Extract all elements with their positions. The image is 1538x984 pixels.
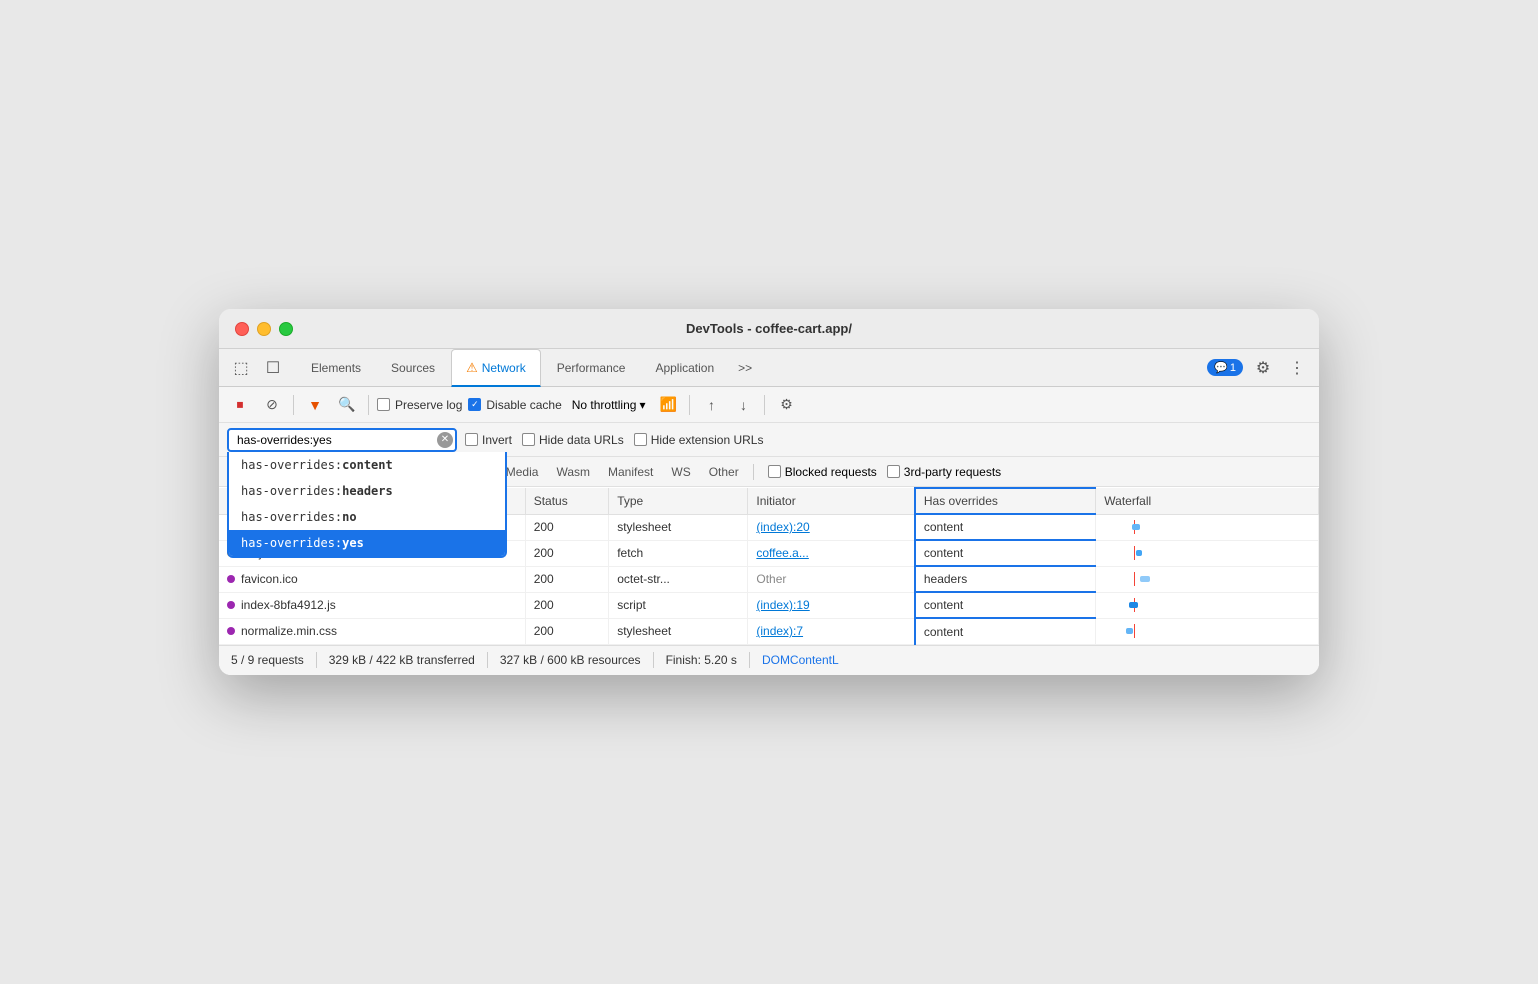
resources-size: 327 kB / 600 kB resources: [500, 653, 641, 667]
network-conditions-icon[interactable]: 📶: [655, 392, 681, 418]
requests-count: 5 / 9 requests: [231, 653, 304, 667]
blocked-options: Blocked requests 3rd-party requests: [768, 465, 1001, 479]
export-har-icon[interactable]: ↓: [730, 392, 756, 418]
table-row[interactable]: index-8bfa4912.js200script(index):19cont…: [219, 592, 1319, 618]
tab-network[interactable]: ⚠ Network: [451, 349, 541, 387]
preserve-log-checkbox[interactable]: [377, 398, 390, 411]
filter-input-wrapper: ✕ has-overrides:content has-overrides:he…: [227, 428, 457, 452]
status-sep-1: [316, 652, 317, 668]
import-har-icon[interactable]: ↑: [698, 392, 724, 418]
tab-sources[interactable]: Sources: [377, 349, 449, 387]
devtools-body: ⬚ ☐ Elements Sources ⚠ Network Performan…: [219, 349, 1319, 675]
type-filter-manifest[interactable]: Manifest: [600, 463, 661, 481]
toolbar-separator-2: [368, 395, 369, 415]
network-toolbar: ⏹ ⊘ ▼ 🔍 Preserve log ✓ Disable cache No …: [219, 387, 1319, 423]
has-overrides-cell: headers: [915, 566, 1096, 592]
filter-clear-button[interactable]: ✕: [437, 432, 453, 448]
tab-application[interactable]: Application: [641, 349, 728, 387]
hide-data-urls-checkbox[interactable]: [522, 433, 535, 446]
maximize-button[interactable]: [279, 322, 293, 336]
tab-bar: ⬚ ☐ Elements Sources ⚠ Network Performan…: [219, 349, 1319, 387]
device-toolbar-icon[interactable]: ☐: [259, 354, 287, 382]
network-settings-icon[interactable]: ⚙: [773, 392, 799, 418]
clear-log-button[interactable]: ⊘: [259, 392, 285, 418]
filter-button[interactable]: ▼: [302, 392, 328, 418]
disable-cache-label[interactable]: ✓ Disable cache: [468, 398, 561, 412]
col-header-status[interactable]: Status: [525, 488, 609, 514]
hide-data-urls-option[interactable]: Hide data URLs: [522, 433, 624, 447]
autocomplete-item-yes[interactable]: has-overrides:yes: [229, 530, 505, 556]
window-title: DevTools - coffee-cart.app/: [686, 321, 852, 336]
type-filter-ws[interactable]: WS: [663, 463, 698, 481]
tab-performance[interactable]: Performance: [543, 349, 640, 387]
console-badge[interactable]: 💬1: [1207, 359, 1243, 376]
search-button[interactable]: 🔍: [334, 392, 360, 418]
has-overrides-cell: content: [915, 592, 1096, 618]
disable-cache-checkbox[interactable]: ✓: [468, 398, 481, 411]
stop-recording-button[interactable]: ⏹: [227, 392, 253, 418]
type-filter-wasm[interactable]: Wasm: [548, 463, 598, 481]
minimize-button[interactable]: [257, 322, 271, 336]
col-header-waterfall[interactable]: Waterfall: [1096, 488, 1319, 514]
blocked-requests-option[interactable]: Blocked requests: [768, 465, 877, 479]
preserve-log-label[interactable]: Preserve log: [377, 398, 462, 412]
status-sep-3: [653, 652, 654, 668]
filter-options: Invert Hide data URLs Hide extension URL…: [465, 433, 763, 447]
hide-extension-urls-checkbox[interactable]: [634, 433, 647, 446]
status-bar: 5 / 9 requests 329 kB / 422 kB transferr…: [219, 645, 1319, 675]
table-row[interactable]: normalize.min.css200stylesheet(index):7c…: [219, 618, 1319, 644]
finish-time: Finish: 5.20 s: [666, 653, 737, 667]
invert-option[interactable]: Invert: [465, 433, 512, 447]
blocked-requests-checkbox[interactable]: [768, 465, 781, 478]
autocomplete-dropdown: has-overrides:content has-overrides:head…: [227, 452, 507, 558]
third-party-checkbox[interactable]: [887, 465, 900, 478]
transferred-size: 329 kB / 422 kB transferred: [329, 653, 475, 667]
invert-checkbox[interactable]: [465, 433, 478, 446]
table-row[interactable]: favicon.ico200octet-str...Otherheaders: [219, 566, 1319, 592]
tab-bar-left-icons: ⬚ ☐: [227, 354, 287, 382]
hide-extension-urls-option[interactable]: Hide extension URLs: [634, 433, 764, 447]
col-header-initiator[interactable]: Initiator: [748, 488, 915, 514]
autocomplete-item-no[interactable]: has-overrides:no: [229, 504, 505, 530]
devtools-window: DevTools - coffee-cart.app/ ⬚ ☐ Elements…: [219, 309, 1319, 675]
toolbar-separator-4: [764, 395, 765, 415]
titlebar: DevTools - coffee-cart.app/: [219, 309, 1319, 349]
warn-icon: ⚠: [466, 360, 478, 376]
traffic-lights: [235, 322, 293, 336]
tab-bar-right: 💬1 ⚙ ⋮: [1207, 354, 1311, 382]
autocomplete-item-headers[interactable]: has-overrides:headers: [229, 478, 505, 504]
settings-gear-icon[interactable]: ⚙: [1249, 354, 1277, 382]
third-party-option[interactable]: 3rd-party requests: [887, 465, 1001, 479]
col-header-type[interactable]: Type: [609, 488, 748, 514]
autocomplete-item-content[interactable]: has-overrides:content: [229, 452, 505, 478]
more-options-icon[interactable]: ⋮: [1283, 354, 1311, 382]
has-overrides-cell: content: [915, 618, 1096, 644]
throttling-select[interactable]: No throttling ▾: [568, 396, 650, 414]
status-sep-2: [487, 652, 488, 668]
has-overrides-cell: content: [915, 514, 1096, 540]
chevron-down-icon: ▾: [639, 398, 645, 412]
type-filter-other[interactable]: Other: [701, 463, 747, 481]
toolbar-separator-1: [293, 395, 294, 415]
col-header-has-overrides[interactable]: Has overrides: [915, 488, 1096, 514]
cursor-inspector-icon[interactable]: ⬚: [227, 354, 255, 382]
type-bar-separator: [753, 464, 754, 480]
more-tabs-button[interactable]: >>: [730, 355, 760, 381]
domcontentloaded: DOMContentL: [762, 653, 839, 667]
close-button[interactable]: [235, 322, 249, 336]
toolbar-separator-3: [689, 395, 690, 415]
tab-elements[interactable]: Elements: [297, 349, 375, 387]
status-sep-4: [749, 652, 750, 668]
has-overrides-cell: content: [915, 540, 1096, 566]
filter-bar: ✕ has-overrides:content has-overrides:he…: [219, 423, 1319, 457]
filter-input[interactable]: [227, 428, 457, 452]
